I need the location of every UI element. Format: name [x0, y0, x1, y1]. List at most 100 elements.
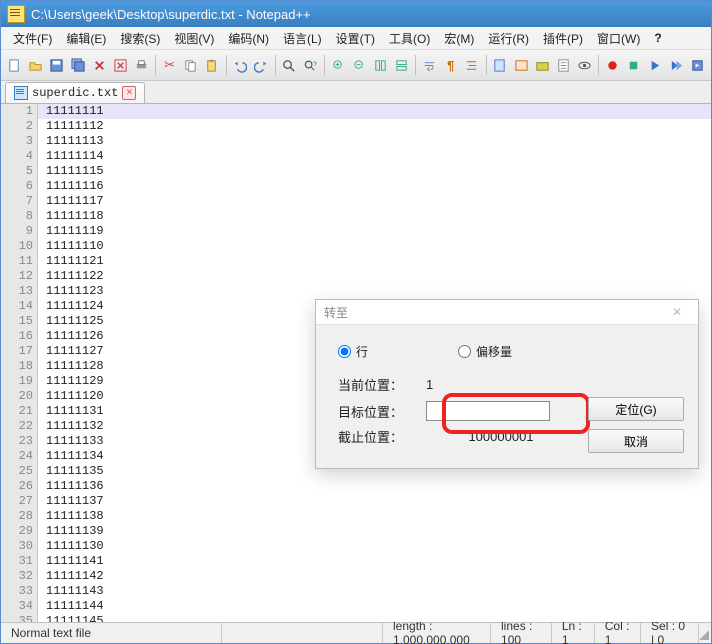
close-all-button[interactable] [111, 53, 130, 77]
record-macro-button[interactable] [603, 53, 622, 77]
zoom-out-button[interactable] [350, 53, 369, 77]
code-line[interactable]: 11111111 [38, 104, 711, 119]
indent-guide-button[interactable] [462, 53, 481, 77]
line-number: 34 [1, 599, 37, 614]
save-button[interactable] [47, 53, 66, 77]
radio-line[interactable]: 行 [338, 343, 368, 360]
menu-language[interactable]: 语言(L) [277, 28, 328, 49]
line-number: 13 [1, 284, 37, 299]
line-number: 19 [1, 374, 37, 389]
monitoring-button[interactable] [575, 53, 594, 77]
menu-view[interactable]: 视图(V) [168, 28, 220, 49]
line-number: 16 [1, 329, 37, 344]
app-icon [7, 5, 25, 23]
current-pos-value: 1 [426, 377, 576, 392]
code-line[interactable]: 11111114 [38, 149, 711, 164]
show-all-chars-button[interactable]: ¶ [441, 53, 460, 77]
save-macro-button[interactable] [688, 53, 707, 77]
menu-plugins[interactable]: 插件(P) [537, 28, 589, 49]
doc-map-button[interactable] [490, 53, 509, 77]
function-list-button[interactable] [511, 53, 530, 77]
find-button[interactable] [279, 53, 298, 77]
line-number: 23 [1, 434, 37, 449]
dialog-close-icon[interactable]: ✕ [664, 302, 690, 322]
code-line[interactable]: 11111118 [38, 209, 711, 224]
replace-button[interactable] [301, 53, 320, 77]
code-line[interactable]: 11111110 [38, 239, 711, 254]
statusbar: Normal text file length : 1,000,000,000 … [1, 622, 711, 643]
code-line[interactable]: 11111145 [38, 614, 711, 622]
code-line[interactable]: 11111119 [38, 224, 711, 239]
line-number: 3 [1, 134, 37, 149]
menu-encoding[interactable]: 编码(N) [222, 28, 275, 49]
sync-h-button[interactable] [392, 53, 411, 77]
code-line[interactable]: 11111123 [38, 284, 711, 299]
save-all-button[interactable] [69, 53, 88, 77]
line-number: 26 [1, 479, 37, 494]
code-line[interactable]: 11111139 [38, 524, 711, 539]
code-line[interactable]: 11111143 [38, 584, 711, 599]
code-line[interactable]: 11111113 [38, 134, 711, 149]
menu-help[interactable]: ? [648, 29, 667, 47]
redo-button[interactable] [251, 53, 270, 77]
tab-filename: superdic.txt [32, 86, 118, 100]
code-line[interactable]: 11111136 [38, 479, 711, 494]
close-button[interactable] [90, 53, 109, 77]
menu-settings[interactable]: 设置(T) [330, 28, 381, 49]
print-button[interactable] [132, 53, 151, 77]
play-macro-button[interactable] [645, 53, 664, 77]
line-number: 2 [1, 119, 37, 134]
code-line[interactable]: 11111116 [38, 179, 711, 194]
menu-window[interactable]: 窗口(W) [591, 28, 646, 49]
goto-dialog: 转至 ✕ 行 偏移量 当前位置： 1 目标位置： [315, 299, 699, 469]
sync-v-button[interactable] [371, 53, 390, 77]
play-multi-button[interactable] [666, 53, 685, 77]
goto-button[interactable]: 定位(G) [588, 397, 684, 421]
status-col: Col : 1 [595, 623, 641, 643]
toolbar: ✂ ¶ [1, 50, 711, 81]
radio-offset-input[interactable] [458, 345, 471, 358]
line-number: 1 [1, 104, 37, 119]
target-pos-input[interactable] [426, 401, 550, 421]
menu-run[interactable]: 运行(R) [482, 28, 535, 49]
code-line[interactable]: 11111141 [38, 554, 711, 569]
menu-file[interactable]: 文件(F) [7, 28, 58, 49]
menu-search[interactable]: 搜索(S) [114, 28, 166, 49]
code-line[interactable]: 11111137 [38, 494, 711, 509]
tab-close-icon[interactable]: ✕ [122, 86, 136, 100]
copy-button[interactable] [181, 53, 200, 77]
radio-line-input[interactable] [338, 345, 351, 358]
paste-button[interactable] [202, 53, 221, 77]
stop-macro-button[interactable] [624, 53, 643, 77]
code-line[interactable]: 11111117 [38, 194, 711, 209]
status-doctype: Normal text file [1, 623, 222, 643]
code-line[interactable]: 11111138 [38, 509, 711, 524]
line-number: 25 [1, 464, 37, 479]
code-line[interactable]: 11111130 [38, 539, 711, 554]
code-line[interactable]: 11111115 [38, 164, 711, 179]
wordwrap-button[interactable] [420, 53, 439, 77]
menubar: 文件(F) 编辑(E) 搜索(S) 视图(V) 编码(N) 语言(L) 设置(T… [1, 27, 711, 50]
dialog-titlebar[interactable]: 转至 ✕ [316, 300, 698, 325]
resize-grip-icon[interactable] [699, 626, 709, 640]
status-length: length : 1,000,000,000 [383, 623, 491, 643]
doc-list-button[interactable] [554, 53, 573, 77]
menu-edit[interactable]: 编辑(E) [60, 28, 112, 49]
line-number: 20 [1, 389, 37, 404]
open-file-button[interactable] [26, 53, 45, 77]
code-line[interactable]: 11111121 [38, 254, 711, 269]
undo-button[interactable] [230, 53, 249, 77]
radio-offset[interactable]: 偏移量 [458, 343, 512, 360]
tab-active[interactable]: superdic.txt ✕ [5, 82, 145, 103]
folder-browser-button[interactable] [533, 53, 552, 77]
code-line[interactable]: 11111122 [38, 269, 711, 284]
code-line[interactable]: 11111142 [38, 569, 711, 584]
cut-button[interactable]: ✂ [160, 53, 179, 77]
zoom-in-button[interactable] [329, 53, 348, 77]
code-line[interactable]: 11111144 [38, 599, 711, 614]
menu-tools[interactable]: 工具(O) [383, 28, 436, 49]
menu-macro[interactable]: 宏(M) [438, 28, 480, 49]
cancel-button[interactable]: 取消 [588, 429, 684, 453]
code-line[interactable]: 11111112 [38, 119, 711, 134]
new-file-button[interactable] [5, 53, 24, 77]
